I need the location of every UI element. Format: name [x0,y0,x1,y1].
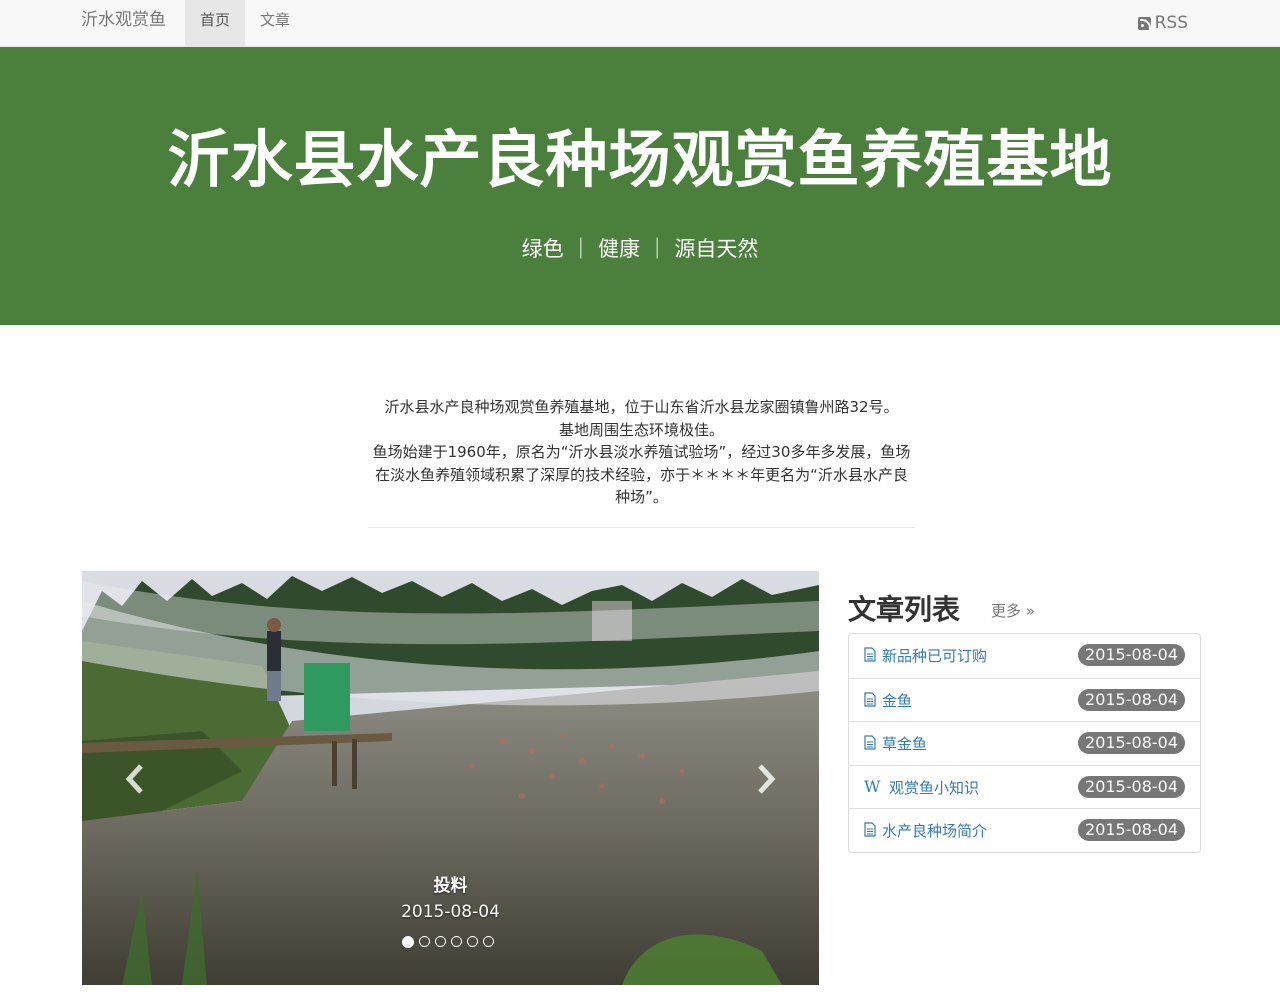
hero-tagline: 绿色 ｜ 健康 ｜ 源自天然 [521,237,759,261]
wiki-icon: W [864,776,881,796]
rss-link[interactable]: RSS [1137,0,1188,46]
rss-icon [1137,16,1151,30]
divider [368,527,915,528]
carousel-prev-icon[interactable] [123,762,147,796]
document-icon [864,647,876,662]
list-item[interactable]: 草金鱼 2015-08-04 [849,721,1200,765]
nav-item-articles[interactable]: 文章 [245,0,305,46]
rss-label: RSS [1154,13,1188,33]
list-item[interactable]: 新品种已可订购 2015-08-04 [849,634,1200,678]
date-badge: 2015-08-04 [1078,732,1185,755]
carousel-indicators [402,936,494,948]
image-carousel[interactable] [82,571,819,985]
hero-banner: 沂水县水产良种场观赏鱼养殖基地 绿色 ｜ 健康 ｜ 源自天然 [0,47,1280,325]
list-item[interactable]: 金鱼 2015-08-04 [849,677,1200,722]
carousel-indicator[interactable] [483,936,494,947]
carousel-indicator[interactable] [402,936,414,948]
document-icon [864,822,876,837]
brand-link[interactable]: 沂水观赏鱼 [81,0,166,46]
carousel-indicator[interactable] [451,936,462,947]
list-item[interactable]: W 观赏鱼小知识 2015-08-04 [849,764,1200,809]
article-title-link[interactable]: 水产良种场简介 [882,820,987,841]
intro-line: 基地周围生态环境极佳。 [558,420,724,439]
navbar: 沂水观赏鱼 首页 文章 RSS [0,0,1280,47]
intro-text: 沂水县水产良种场观赏鱼养殖基地，位于山东省沂水县龙家圈镇鲁州路32号。 基地周围… [368,396,915,509]
list-item[interactable]: 水产良种场简介 2015-08-04 [849,808,1200,852]
nav-item-home[interactable]: 首页 [185,0,246,46]
date-badge: 2015-08-04 [1078,644,1185,666]
carousel-caption-date: 2015-08-04 [401,902,500,922]
page-title: 沂水县水产良种场观赏鱼养殖基地 [167,123,1113,196]
intro-line: 鱼场始建于1960年，原名为“沂水县淡水养殖试验场”，经过30多年多发展，鱼场在… [372,443,911,506]
carousel-caption-title: 投料 [433,876,468,896]
carousel-next-icon[interactable] [754,762,778,796]
date-badge: 2015-08-04 [1078,688,1185,711]
date-badge: 2015-08-04 [1078,819,1185,842]
date-badge: 2015-08-04 [1078,775,1185,798]
article-title-link[interactable]: 草金鱼 [882,733,927,754]
carousel-indicator[interactable] [419,936,430,947]
more-link[interactable]: 更多 » [991,600,1035,621]
carousel-photo [82,571,819,985]
article-title-link[interactable]: 观赏鱼小知识 [889,777,979,798]
document-icon [864,735,876,750]
carousel-indicator[interactable] [435,936,446,947]
intro-line: 沂水县水产良种场观赏鱼养殖基地，位于山东省沂水县龙家圈镇鲁州路32号。 [384,398,899,416]
document-icon [864,691,876,707]
carousel-indicator[interactable] [467,936,478,947]
article-list-heading: 文章列表 [848,593,961,626]
article-title-link[interactable]: 金鱼 [882,690,912,711]
article-title-link[interactable]: 新品种已可订购 [882,645,987,666]
article-list: 新品种已可订购 2015-08-04 金鱼 2015-08-04 草金鱼 201… [848,633,1201,853]
